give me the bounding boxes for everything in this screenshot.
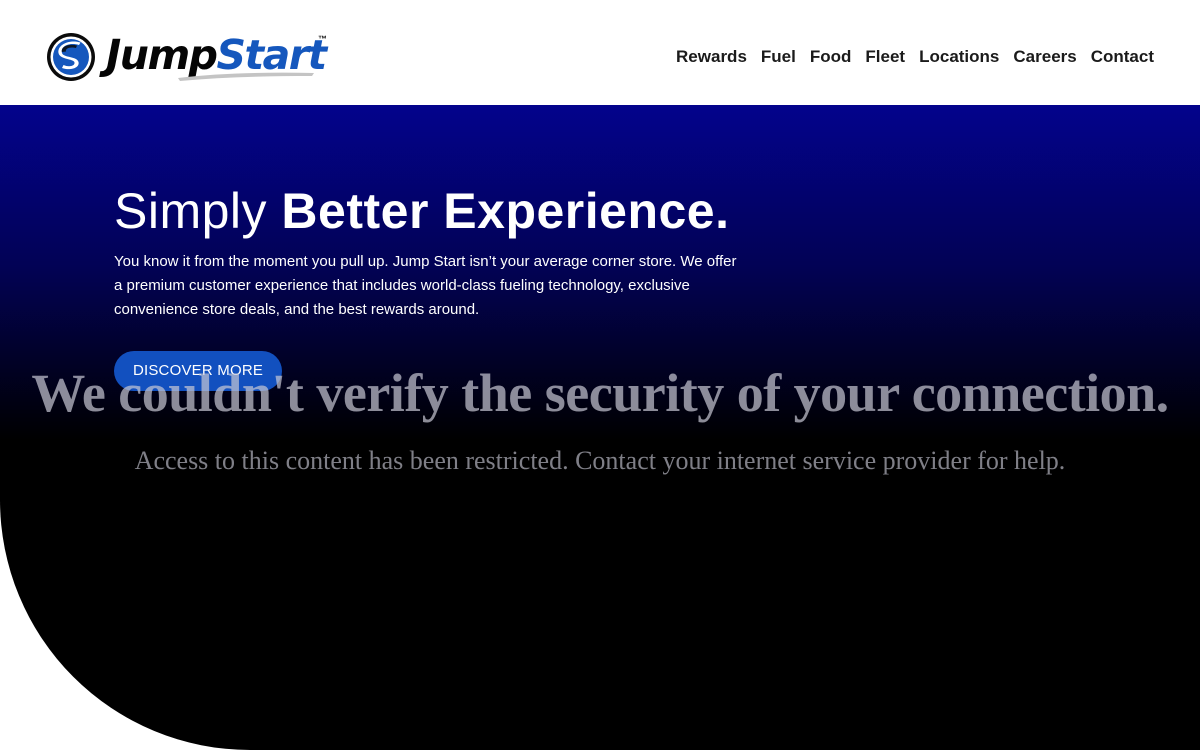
nav-locations[interactable]: Locations bbox=[919, 46, 999, 68]
hero-section: Simply Better Experience. You know it fr… bbox=[0, 105, 1200, 750]
nav-contact[interactable]: Contact bbox=[1091, 46, 1154, 68]
nav-fleet[interactable]: Fleet bbox=[865, 46, 905, 68]
nav-food[interactable]: Food bbox=[810, 46, 852, 68]
jumpstart-logo[interactable]: JumpStart ™ bbox=[46, 31, 336, 85]
hero-description: You know it from the moment you pull up.… bbox=[114, 253, 737, 318]
nav-careers[interactable]: Careers bbox=[1013, 46, 1076, 68]
discover-more-button[interactable]: DISCOVER MORE bbox=[114, 351, 282, 391]
jumpstart-logo-icon bbox=[47, 33, 95, 81]
main-nav: Rewards Fuel Food Fleet Locations Career… bbox=[676, 46, 1154, 68]
logo-trademark: ™ bbox=[318, 34, 327, 44]
logo-swoosh-graphic bbox=[178, 72, 314, 81]
nav-fuel[interactable]: Fuel bbox=[761, 46, 796, 68]
site-header: JumpStart ™ Rewards Fuel Food Fleet Loca… bbox=[0, 0, 1200, 105]
hero-title: Simply Better Experience. bbox=[114, 181, 730, 241]
hero-title-bold: Better Experience. bbox=[281, 183, 730, 239]
nav-rewards[interactable]: Rewards bbox=[676, 46, 747, 68]
hero-title-light: Simply bbox=[114, 183, 282, 239]
